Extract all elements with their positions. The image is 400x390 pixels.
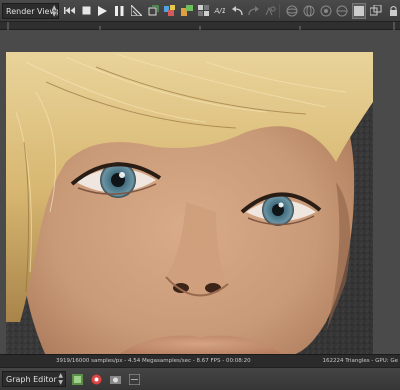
render-stats: 3919/16000 samples/px - 4.54 Megasamples… — [56, 358, 251, 364]
collapse-icon[interactable] — [126, 371, 142, 387]
focus-icon[interactable] — [319, 3, 333, 19]
reset-icon[interactable] — [62, 3, 76, 19]
stop-icon[interactable] — [79, 3, 93, 19]
graph-editor-select[interactable]: Graph Editor ▲ ▼ — [2, 371, 66, 387]
node-graph-icon[interactable] — [69, 371, 85, 387]
undo-icon[interactable] — [230, 3, 244, 19]
viewport-mode-select[interactable]: Render Viewport ▲▼ — [2, 2, 60, 19]
play-icon[interactable] — [96, 3, 110, 19]
swatch-icon[interactable] — [197, 3, 211, 19]
ruler-ticks — [7, 22, 395, 30]
color-node-icon[interactable] — [88, 371, 104, 387]
pause-icon[interactable] — [113, 3, 127, 19]
updown-arrows-icon: ▲ ▼ — [51, 3, 57, 18]
film-region-icon[interactable] — [146, 3, 160, 19]
viewport-ruler — [0, 22, 400, 30]
lock-icon[interactable] — [386, 3, 400, 19]
rendered-face-image[interactable] — [6, 52, 373, 356]
xy-zoom-icon[interactable]: A/1 — [213, 3, 227, 19]
toolbar-separator — [279, 3, 281, 18]
render-viewport[interactable] — [0, 30, 400, 384]
viewport-toolbar: Render Viewport ▲▼ A/1 — [0, 0, 400, 22]
move-icon[interactable] — [180, 3, 194, 19]
render-node-icon[interactable] — [107, 371, 123, 387]
hdri-icon[interactable] — [336, 3, 350, 19]
scale-icon[interactable] — [369, 3, 383, 19]
redo-icon[interactable] — [247, 3, 261, 19]
copy-icon[interactable] — [163, 3, 177, 19]
pick-icon[interactable] — [130, 3, 144, 19]
graph-editor-toolbar: Graph Editor ▲ ▼ — [0, 367, 400, 390]
updown-arrows-icon: ▲ ▼ — [58, 372, 63, 386]
render-status-bar: 3919/16000 samples/px - 4.54 Megasamples… — [0, 354, 400, 367]
panel-icon[interactable] — [352, 2, 367, 19]
sphere-icon[interactable] — [285, 3, 299, 19]
globe-icon[interactable] — [302, 3, 316, 19]
camera-icon[interactable] — [264, 3, 278, 19]
scene-stats: 162224 Triangles - GPU: Ge — [322, 358, 398, 364]
graph-editor-label: Graph Editor — [6, 375, 57, 384]
